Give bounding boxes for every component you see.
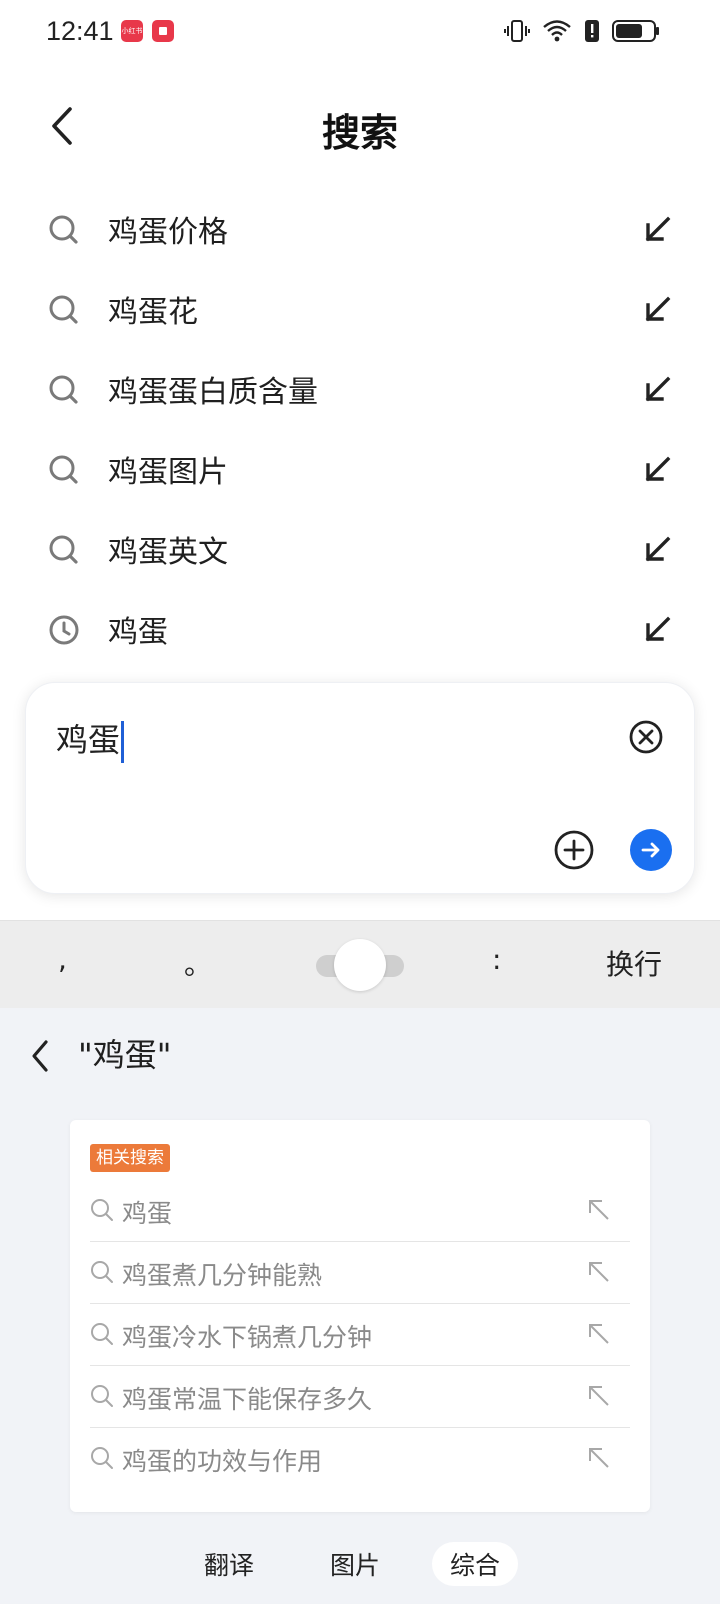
search-icon xyxy=(91,1447,113,1469)
suggestion-label: 鸡蛋英文 xyxy=(108,535,228,570)
fill-arrow-icon[interactable] xyxy=(640,452,676,488)
fill-arrow-icon[interactable] xyxy=(640,612,676,648)
clock-icon xyxy=(49,615,79,645)
search-icon xyxy=(49,535,78,564)
bottom-tab-bar: 翻译 图片 综合 xyxy=(0,1536,720,1592)
fill-arrow-icon[interactable] xyxy=(586,1383,612,1409)
page-title: 搜索 xyxy=(321,111,398,155)
status-time: 12:41 xyxy=(46,16,114,46)
send-button[interactable] xyxy=(630,829,672,871)
suggestion-label: 鸡蛋蛋白质含量 xyxy=(108,375,318,410)
suggestion-item[interactable]: 鸡蛋英文 xyxy=(0,510,720,590)
prediction-panel: "鸡蛋" 相关搜索 鸡蛋 鸡蛋煮几分钟能熟 鸡蛋冷水下锅煮几分钟 鸡蛋常温下能保… xyxy=(0,1008,720,1604)
related-item-label: 鸡蛋冷水下锅煮几分钟 xyxy=(122,1323,373,1352)
keyboard-toggle-knob[interactable] xyxy=(334,939,386,991)
text-caret xyxy=(121,721,125,763)
battery-icon xyxy=(612,20,659,42)
clear-icon[interactable] xyxy=(628,719,664,755)
search-icon xyxy=(49,215,78,244)
search-icon xyxy=(91,1199,113,1221)
related-item-label: 鸡蛋 xyxy=(122,1199,173,1228)
related-item-label: 鸡蛋常温下能保存多久 xyxy=(122,1385,373,1414)
key-comma[interactable]: , xyxy=(58,943,67,976)
status-bar: 12:41 小红书 xyxy=(0,0,720,66)
history-item[interactable]: 鸡蛋 xyxy=(0,590,720,670)
suggestion-item[interactable]: 鸡蛋价格 xyxy=(0,190,720,270)
search-input[interactable]: 鸡蛋 xyxy=(56,715,125,763)
fill-arrow-icon[interactable] xyxy=(640,212,676,248)
fill-arrow-icon[interactable] xyxy=(586,1197,612,1223)
alert-icon xyxy=(585,20,599,42)
search-input-card: 鸡蛋 xyxy=(25,682,695,894)
related-search-card: 相关搜索 鸡蛋 鸡蛋煮几分钟能熟 鸡蛋冷水下锅煮几分钟 鸡蛋常温下能保存多久 鸡… xyxy=(70,1120,650,1512)
search-icon xyxy=(49,295,78,324)
related-item[interactable]: 鸡蛋的功效与作用 xyxy=(90,1428,630,1490)
related-item[interactable]: 鸡蛋冷水下锅煮几分钟 xyxy=(90,1304,630,1366)
search-icon xyxy=(91,1323,113,1345)
suggestion-label: 鸡蛋 xyxy=(108,615,168,650)
fill-arrow-icon[interactable] xyxy=(640,372,676,408)
search-icon xyxy=(91,1261,113,1283)
wifi-icon xyxy=(543,20,571,42)
header: 搜索 xyxy=(0,86,720,166)
suggestion-item[interactable]: 鸡蛋花 xyxy=(0,270,720,350)
app-square-icon xyxy=(152,20,174,42)
search-icon xyxy=(49,375,78,404)
add-icon[interactable] xyxy=(553,829,595,871)
search-input-value: 鸡蛋 xyxy=(56,721,121,759)
fill-arrow-icon[interactable] xyxy=(640,532,676,568)
related-item[interactable]: 鸡蛋 xyxy=(90,1180,630,1242)
fill-arrow-icon[interactable] xyxy=(640,292,676,328)
fill-arrow-icon[interactable] xyxy=(586,1321,612,1347)
arrow-right-icon xyxy=(641,842,660,858)
related-item[interactable]: 鸡蛋常温下能保存多久 xyxy=(90,1366,630,1428)
prediction-query: "鸡蛋" xyxy=(78,1036,172,1074)
related-item-label: 鸡蛋煮几分钟能熟 xyxy=(122,1261,323,1290)
fill-arrow-icon[interactable] xyxy=(586,1259,612,1285)
suggestion-list: 鸡蛋价格 鸡蛋花 鸡蛋蛋白质含量 鸡蛋图片 鸡蛋英文 鸡蛋 xyxy=(0,190,720,670)
app-badge-icon: 小红书 xyxy=(121,20,143,42)
suggestion-label: 鸡蛋花 xyxy=(108,295,198,330)
status-right-icons xyxy=(504,18,660,44)
app-badge-text: 小红书 xyxy=(121,27,143,35)
search-icon xyxy=(49,455,78,484)
tab-general[interactable]: 综合 xyxy=(432,1542,519,1586)
fill-arrow-icon[interactable] xyxy=(586,1445,612,1471)
search-icon xyxy=(91,1385,113,1407)
tab-images[interactable]: 图片 xyxy=(312,1542,398,1586)
suggestion-label: 鸡蛋图片 xyxy=(108,455,228,490)
chevron-left-icon[interactable] xyxy=(26,1038,56,1074)
key-period[interactable]: 。 xyxy=(184,943,212,983)
key-newline[interactable]: 换行 xyxy=(606,943,662,983)
related-item[interactable]: 鸡蛋煮几分钟能熟 xyxy=(90,1242,630,1304)
tab-translate[interactable]: 翻译 xyxy=(186,1542,272,1586)
related-item-label: 鸡蛋的功效与作用 xyxy=(122,1447,323,1476)
related-search-tag: 相关搜索 xyxy=(90,1144,170,1172)
vibrate-icon xyxy=(504,20,530,42)
suggestion-label: 鸡蛋价格 xyxy=(108,215,228,250)
keyboard-toolbar: , 。 : 换行 xyxy=(0,920,720,1008)
suggestion-item[interactable]: 鸡蛋图片 xyxy=(0,430,720,510)
key-colon[interactable]: : xyxy=(492,943,501,976)
suggestion-item[interactable]: 鸡蛋蛋白质含量 xyxy=(0,350,720,430)
